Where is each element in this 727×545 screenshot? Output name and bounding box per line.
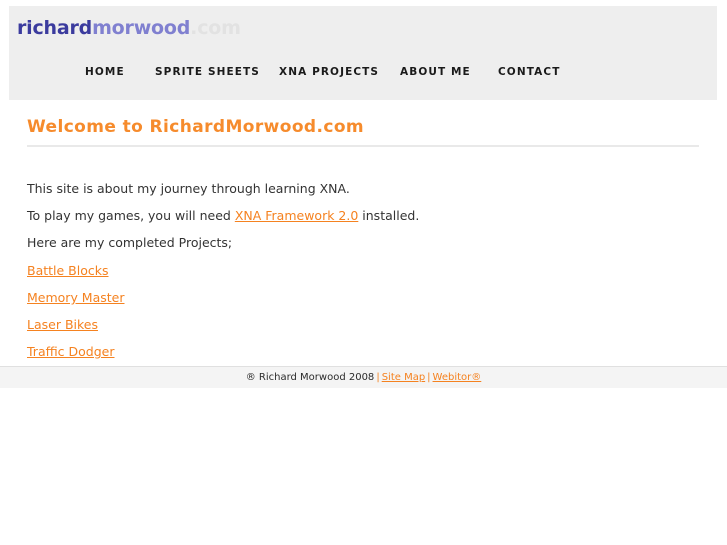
nav-item-about-me[interactable]: ABOUT ME bbox=[400, 64, 471, 80]
logo-part-com: .com bbox=[190, 17, 241, 39]
site-logo[interactable]: richardmorwood.com bbox=[17, 16, 241, 40]
intro-paragraph: This site is about my journey through le… bbox=[27, 181, 350, 196]
site-footer: ® Richard Morwood 2008 | Site Map | Webitor® bbox=[0, 366, 727, 388]
footer-content: ® Richard Morwood 2008 | Site Map | Webitor® bbox=[0, 367, 727, 388]
nav-item-home[interactable]: HOME bbox=[85, 64, 125, 80]
footer-link-webitor[interactable]: Webitor® bbox=[433, 372, 482, 383]
xna-framework-link[interactable]: XNA Framework 2.0 bbox=[235, 208, 359, 223]
main-navigation: HOME SPRITE SHEETS XNA PROJECTS ABOUT ME… bbox=[9, 64, 717, 92]
site-header: richardmorwood.com HOME SPRITE SHEETS XN… bbox=[9, 6, 717, 100]
page-title: Welcome to RichardMorwood.com bbox=[27, 116, 699, 147]
logo-part-richard: richard bbox=[17, 17, 93, 39]
nav-item-contact[interactable]: CONTACT bbox=[498, 64, 560, 80]
project-link-battle-blocks[interactable]: Battle Blocks bbox=[27, 263, 109, 279]
main-content: Welcome to RichardMorwood.com This site … bbox=[27, 116, 699, 359]
project-link-traffic-dodger[interactable]: Traffic Dodger bbox=[27, 344, 115, 360]
footer-copyright: ® Richard Morwood 2008 bbox=[245, 372, 375, 383]
nav-item-sprite-sheets[interactable]: SPRITE SHEETS bbox=[155, 64, 260, 80]
footer-link-site-map[interactable]: Site Map bbox=[382, 372, 425, 383]
footer-separator-1: | bbox=[376, 372, 380, 383]
framework-paragraph: To play my games, you will need XNA Fram… bbox=[27, 208, 419, 224]
framework-text-after: installed. bbox=[358, 208, 420, 223]
footer-separator-2: | bbox=[427, 372, 431, 383]
project-link-memory-master[interactable]: Memory Master bbox=[27, 290, 125, 306]
page-root: richardmorwood.com HOME SPRITE SHEETS XN… bbox=[0, 0, 727, 545]
project-link-laser-bikes[interactable]: Laser Bikes bbox=[27, 317, 98, 333]
framework-text-before: To play my games, you will need bbox=[27, 208, 235, 223]
nav-item-xna-projects[interactable]: XNA PROJECTS bbox=[279, 64, 379, 80]
projects-lead-paragraph: Here are my completed Projects; bbox=[27, 235, 233, 250]
logo-part-morwood: morwood bbox=[92, 17, 191, 39]
